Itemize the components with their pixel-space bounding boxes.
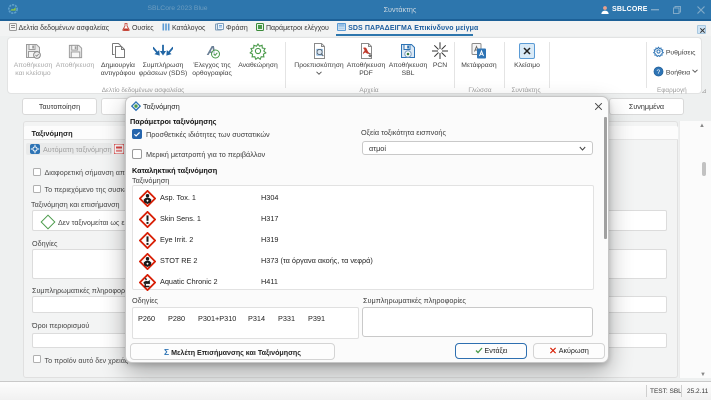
- svg-text:?: ?: [656, 68, 660, 75]
